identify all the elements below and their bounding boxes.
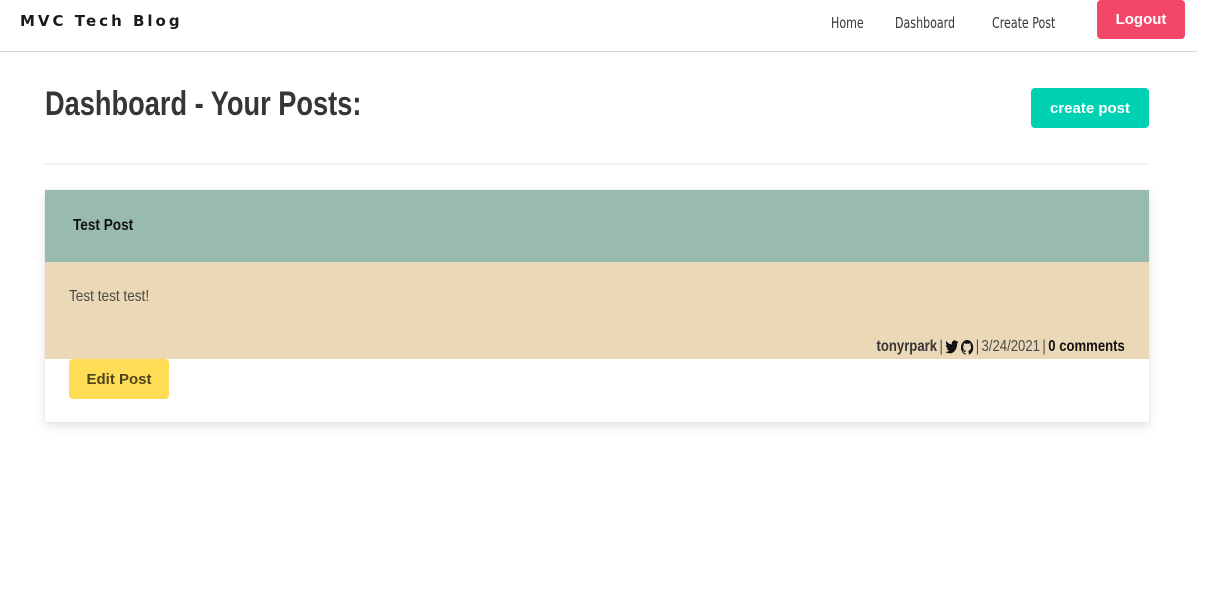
- nav-link-dashboard[interactable]: Dashboard: [895, 14, 955, 32]
- page-title: Dashboard - Your Posts:: [45, 85, 362, 123]
- edit-post-button[interactable]: Edit Post: [69, 359, 169, 399]
- nav-links: Home Dashboard Create Post: [831, 14, 1069, 32]
- divider: [45, 163, 1149, 165]
- meta-separator: |: [939, 338, 944, 355]
- post-header: Test Post: [45, 190, 1149, 262]
- post-date: 3/24/2021: [981, 338, 1041, 355]
- nav-link-home[interactable]: Home: [831, 14, 864, 32]
- github-icon[interactable]: [961, 339, 974, 355]
- post-body: Test test test! tonyrpark | | 3/24/2021 …: [45, 262, 1149, 359]
- post-meta: tonyrpark | | 3/24/2021 | 0 comments: [877, 338, 1125, 356]
- logout-button[interactable]: Logout: [1097, 0, 1185, 39]
- create-post-button[interactable]: create post: [1031, 88, 1149, 128]
- navbar: MVC Tech Blog Home Dashboard Create Post…: [0, 0, 1197, 52]
- meta-separator: |: [975, 338, 980, 355]
- twitter-icon[interactable]: [945, 340, 959, 354]
- post-card: Test Post Test test test! tonyrpark | | …: [45, 190, 1149, 422]
- post-content: Test test test!: [69, 288, 150, 305]
- post-author: tonyrpark: [876, 338, 938, 355]
- brand-title[interactable]: MVC Tech Blog: [20, 12, 183, 30]
- nav-link-create-post[interactable]: Create Post: [992, 14, 1055, 32]
- meta-separator: |: [1042, 338, 1046, 355]
- post-comments-link[interactable]: 0 comments: [1048, 338, 1125, 356]
- post-title[interactable]: Test Post: [73, 217, 133, 235]
